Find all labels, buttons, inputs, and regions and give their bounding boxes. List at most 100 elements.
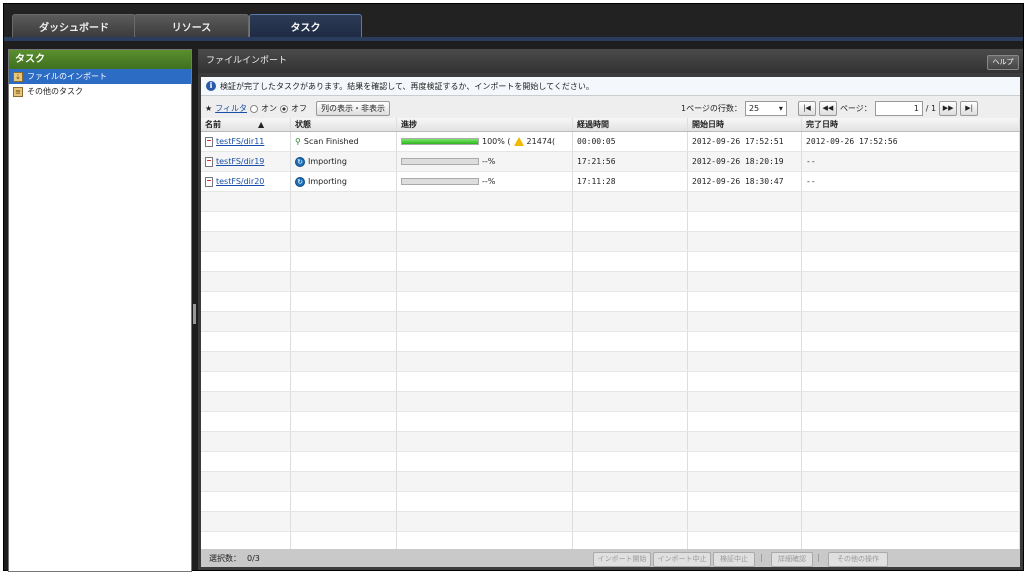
left-panel: タスク ⇣ ファイルのインポート ≡ その他のタスク (8, 49, 192, 572)
empty-cell (688, 452, 802, 471)
empty-row (201, 192, 1020, 212)
empty-cell (802, 392, 1020, 411)
rows-per-page-label: 1ページの行数： (681, 104, 742, 113)
top-tab-bar: ダッシュボード リソース タスク (4, 4, 1023, 41)
table-row[interactable]: testFS/dir20 ↻ Importing --% 17:11:28 201… (201, 172, 1020, 192)
empty-cell (201, 192, 291, 211)
empty-cell (802, 492, 1020, 511)
empty-cell (802, 352, 1020, 371)
rows-per-page-value: 25 (748, 104, 760, 113)
progress-bar (401, 158, 479, 165)
column-visibility-button[interactable]: 列の表示・非表示 (316, 101, 391, 116)
main-content: i 検証が完了したタスクがあります。結果を確認して、再度検証するか、インポートを… (201, 77, 1020, 567)
page-title: ファイルインポート (198, 49, 1023, 73)
empty-cell (397, 492, 573, 511)
panel-splitter[interactable] (193, 304, 196, 324)
empty-cell (573, 352, 688, 371)
cell-start: 2012-09-26 17:52:51 (688, 132, 802, 151)
empty-cell (291, 212, 397, 231)
tab-dashboard[interactable]: ダッシュボード (12, 14, 136, 38)
nav-item-label: ファイルのインポート (27, 72, 107, 81)
table-row[interactable]: testFS/dir19 ↻ Importing --% 17:21:56 201… (201, 152, 1020, 172)
task-name-link[interactable]: testFS/dir11 (216, 137, 264, 146)
empty-cell (688, 312, 802, 331)
empty-cell (397, 392, 573, 411)
empty-row (201, 212, 1020, 232)
cell-end: -- (802, 152, 1020, 171)
empty-cell (397, 212, 573, 231)
stop-import-button[interactable]: インポート中止 (653, 552, 711, 567)
status-text: Importing (308, 177, 347, 186)
empty-cell (802, 192, 1020, 211)
column-header-status[interactable]: 状態 (291, 118, 397, 131)
empty-cell (397, 372, 573, 391)
empty-cell (291, 292, 397, 311)
task-name-link[interactable]: testFS/dir19 (216, 157, 264, 166)
table-footer: 選択数： 0/3 インポート開始 インポート中止 検証中止 | 詳細確認 | そ… (201, 549, 1020, 567)
empty-cell (573, 392, 688, 411)
column-header-label: 名前 (205, 120, 221, 129)
table-row[interactable]: testFS/dir11 ⚲ Scan Finished 100% (21474(… (201, 132, 1020, 152)
empty-cell (291, 432, 397, 451)
tab-resources[interactable]: リソース (134, 14, 249, 38)
cell-progress: 100% (21474( (397, 132, 573, 151)
empty-cell (802, 432, 1020, 451)
cell-status: ↻ Importing (291, 172, 397, 191)
prev-page-icon[interactable]: ◀◀ (818, 101, 837, 116)
empty-row (201, 232, 1020, 252)
empty-cell (291, 332, 397, 351)
nav-item-file-import[interactable]: ⇣ ファイルのインポート (9, 69, 191, 84)
next-page-icon[interactable]: ▶▶ (939, 101, 958, 116)
filter-group: ★ フィルタ オン オフ 列の表示・非表示 (205, 101, 391, 116)
empty-cell (688, 272, 802, 291)
empty-cell (573, 472, 688, 491)
details-button[interactable]: 詳細確認 (771, 552, 813, 567)
last-page-icon[interactable]: ▶| (960, 101, 979, 116)
cell-start: 2012-09-26 18:30:47 (688, 172, 802, 191)
filter-on-radio[interactable] (250, 104, 259, 113)
empty-cell (397, 472, 573, 491)
empty-cell (688, 372, 802, 391)
page-number-input[interactable]: 1 (874, 101, 923, 116)
cell-elapsed: 17:21:56 (573, 152, 688, 171)
progress-text: 100% ( (482, 137, 511, 146)
empty-row (201, 392, 1020, 412)
empty-cell (688, 492, 802, 511)
empty-cell (397, 292, 573, 311)
start-import-button[interactable]: インポート開始 (593, 552, 651, 567)
nav-item-other-tasks[interactable]: ≡ その他のタスク (9, 84, 191, 99)
empty-cell (573, 252, 688, 271)
first-page-icon[interactable]: |◀ (797, 101, 816, 116)
help-button[interactable]: ヘルプ (987, 55, 1019, 70)
column-header-start[interactable]: 開始日時 (688, 118, 802, 131)
task-name-link[interactable]: testFS/dir20 (216, 177, 264, 186)
empty-cell (573, 212, 688, 231)
chevron-down-icon: ▾ (778, 104, 783, 113)
empty-cell (688, 412, 802, 431)
empty-row (201, 452, 1020, 472)
file-icon (205, 176, 213, 187)
filter-on-label: オン (261, 104, 278, 113)
more-actions-button[interactable]: その他の操作 (828, 552, 888, 567)
filter-off-radio[interactable] (280, 104, 289, 113)
empty-row (201, 512, 1020, 532)
table-header: 名前 ▲ 状態 進捗 経過時間 開始日時 完了日時 (201, 118, 1020, 132)
filter-link[interactable]: フィルタ (215, 103, 247, 114)
empty-cell (802, 452, 1020, 471)
stop-verify-button[interactable]: 検証中止 (713, 552, 755, 567)
column-header-end[interactable]: 完了日時 (802, 118, 1020, 131)
column-header-progress[interactable]: 進捗 (397, 118, 573, 131)
empty-cell (201, 472, 291, 491)
info-text: 検証が完了したタスクがあります。結果を確認して、再度検証するか、インポートを開始… (220, 81, 594, 91)
empty-cell (802, 472, 1020, 491)
empty-cell (802, 292, 1020, 311)
column-header-name[interactable]: 名前 ▲ (201, 118, 291, 131)
tab-tasks[interactable]: タスク (249, 14, 362, 38)
empty-cell (688, 332, 802, 351)
empty-cell (397, 432, 573, 451)
rows-per-page-select[interactable]: 25 ▾ (744, 101, 787, 116)
column-header-elapsed[interactable]: 経過時間 (573, 118, 688, 131)
file-icon (205, 136, 213, 147)
cell-status: ↻ Importing (291, 152, 397, 171)
empty-cell (201, 512, 291, 531)
